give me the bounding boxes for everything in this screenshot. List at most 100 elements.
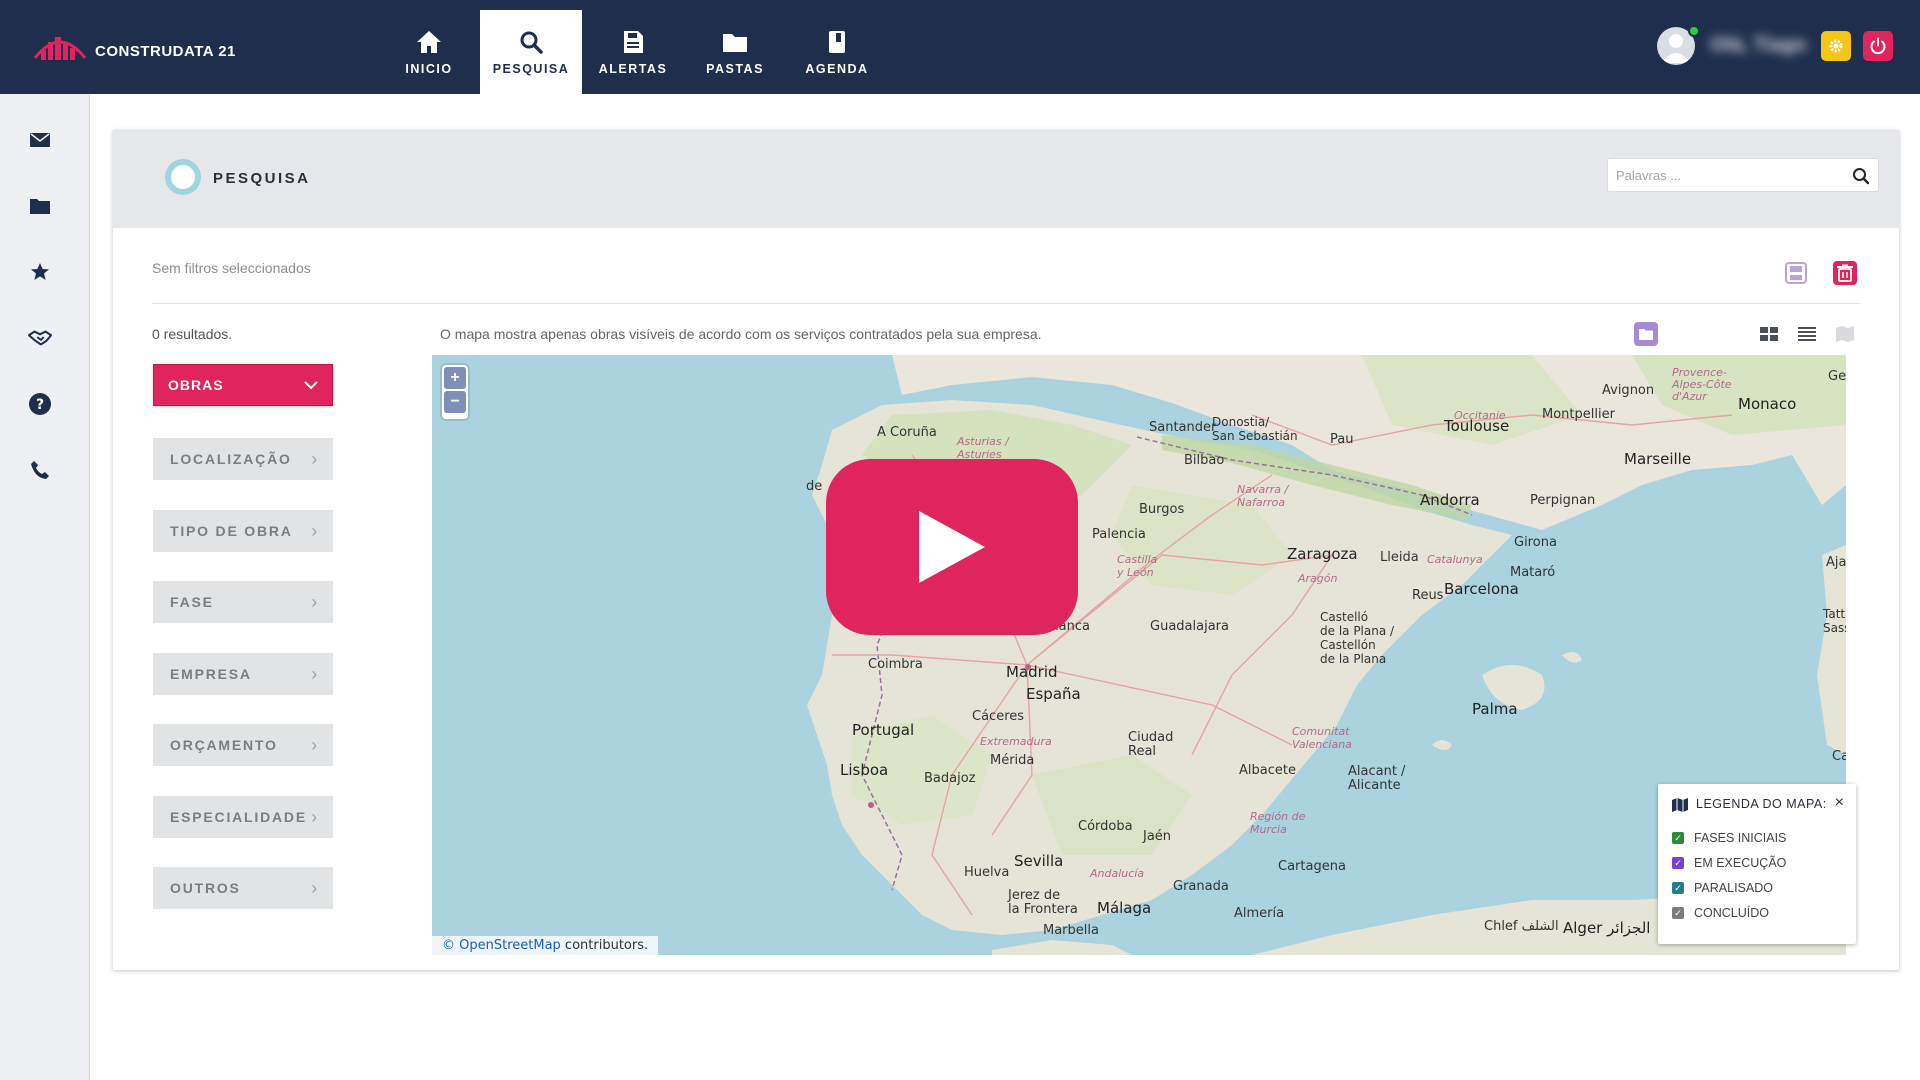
gear-icon xyxy=(1829,39,1843,53)
filter-label: LOCALIZAÇÃO xyxy=(170,451,292,467)
keyword-search-input[interactable] xyxy=(1608,159,1838,191)
save-search-button[interactable] xyxy=(1783,260,1809,286)
map-label: Pau xyxy=(1330,432,1354,447)
map-icon xyxy=(1836,326,1854,342)
chevron-right-icon: › xyxy=(311,734,319,755)
map-label: Región de Murcia xyxy=(1250,810,1306,836)
obras-dropdown[interactable]: OBRAS xyxy=(153,364,333,406)
trash-icon xyxy=(1833,261,1857,285)
map-label: Donostia/ San Sebastián xyxy=(1212,415,1298,443)
legend-item-fases-iniciais[interactable]: ✓ FASES INICIAIS xyxy=(1672,831,1786,845)
play-icon xyxy=(919,511,985,583)
map-label: Alacant / Alicante xyxy=(1348,764,1406,793)
map-label: Zaragoza xyxy=(1287,545,1358,563)
filter-especialidade[interactable]: ESPECIALIDADE › xyxy=(153,796,333,838)
legend-item-concluido[interactable]: ✓ CONCLUÍDO xyxy=(1672,906,1769,920)
map-view[interactable]: + − A Coruña Santander Donostia/ San Seb… xyxy=(432,355,1846,955)
logout-button[interactable] xyxy=(1863,31,1893,61)
nav-item-inicio[interactable]: INICIO xyxy=(378,10,480,94)
map-label: Málaga xyxy=(1097,899,1152,917)
add-to-folder-button[interactable] xyxy=(1634,322,1658,346)
map-label: Albacete xyxy=(1239,763,1296,778)
save-icon xyxy=(1785,262,1807,284)
legend-item-paralisado[interactable]: ✓ PARALISADO xyxy=(1672,881,1773,895)
zoom-control: + − xyxy=(442,365,468,419)
settings-button[interactable] xyxy=(1821,31,1851,61)
nav-item-alertas[interactable]: ALERTAS xyxy=(582,10,684,94)
map-view-button[interactable] xyxy=(1835,324,1855,344)
map-label: España xyxy=(1026,685,1081,703)
map-label: Córdoba xyxy=(1078,819,1133,834)
chevron-right-icon: › xyxy=(311,806,319,827)
map-label: Bilbao xyxy=(1184,453,1225,468)
filter-localizacao[interactable]: LOCALIZAÇÃO › xyxy=(153,438,333,480)
map-label: Ca xyxy=(1832,749,1846,764)
list-view-button[interactable] xyxy=(1797,324,1817,344)
top-navigation-bar: CONSTRUDATA 21 INICIO PESQUISA ALERTAS P… xyxy=(0,0,1920,94)
phone-icon[interactable] xyxy=(28,458,52,482)
chevron-down-icon xyxy=(304,381,318,390)
power-icon xyxy=(1870,37,1886,55)
keyword-search-box xyxy=(1607,158,1879,192)
filter-orcamento[interactable]: ORÇAMENTO › xyxy=(153,724,333,766)
map-label: Comunitat Valenciana xyxy=(1292,725,1352,751)
map-label: Palencia xyxy=(1092,527,1146,542)
video-play-button[interactable] xyxy=(826,459,1078,635)
osm-link[interactable]: © OpenStreetMap xyxy=(442,938,561,953)
map-label: Aragón xyxy=(1298,572,1338,585)
zoom-in-button[interactable]: + xyxy=(444,367,466,389)
left-sidebar: ? xyxy=(0,94,90,1080)
map-label: Extremadura xyxy=(980,735,1052,748)
filter-label: ESPECIALIDADE xyxy=(170,809,307,825)
checkbox-checked[interactable]: ✓ xyxy=(1672,882,1684,894)
map-label: Barcelona xyxy=(1444,580,1519,598)
filter-tipo-de-obra[interactable]: TIPO DE OBRA › xyxy=(153,510,333,552)
star-icon[interactable] xyxy=(28,260,52,284)
map-label: Chlef الشلف xyxy=(1484,919,1559,934)
filter-fase[interactable]: FASE › xyxy=(153,581,333,623)
map-label: Andorra xyxy=(1420,491,1480,509)
app-logo[interactable]: CONSTRUDATA 21 xyxy=(33,30,236,64)
map-label: Cartagena xyxy=(1278,859,1346,874)
save-icon xyxy=(619,28,647,56)
nav-item-agenda[interactable]: AGENDA xyxy=(786,10,888,94)
help-icon[interactable]: ? xyxy=(28,392,52,416)
chevron-right-icon: › xyxy=(311,663,319,684)
nav-label: AGENDA xyxy=(805,62,869,76)
nav-item-pesquisa[interactable]: PESQUISA xyxy=(480,10,582,94)
grid-view-button[interactable] xyxy=(1759,324,1779,344)
nav-item-pastas[interactable]: PASTAS xyxy=(684,10,786,94)
nav-label: PESQUISA xyxy=(492,62,570,76)
clear-filters-button[interactable] xyxy=(1831,259,1859,287)
legend-item-label: CONCLUÍDO xyxy=(1694,906,1770,920)
folder-icon[interactable] xyxy=(28,194,52,218)
divider xyxy=(152,303,1860,304)
close-icon[interactable]: × xyxy=(1835,794,1844,812)
list-icon xyxy=(1798,327,1816,341)
checkbox-checked[interactable]: ✓ xyxy=(1672,907,1684,919)
folder-icon xyxy=(721,28,749,56)
map-label: Jerez de la Frontera xyxy=(1008,888,1078,917)
obras-label: OBRAS xyxy=(168,377,224,393)
map-attribution: © OpenStreetMap contributors. xyxy=(432,936,659,955)
search-icon[interactable] xyxy=(1852,167,1870,185)
zoom-out-button[interactable]: − xyxy=(444,391,466,413)
map-label: Lleida xyxy=(1380,550,1419,565)
checkbox-checked[interactable]: ✓ xyxy=(1672,857,1684,869)
map-label: Guadalajara xyxy=(1150,619,1229,634)
map-label: Occitanie xyxy=(1454,409,1506,422)
mail-icon[interactable] xyxy=(28,128,52,152)
filter-empresa[interactable]: EMPRESA › xyxy=(153,653,333,695)
user-name[interactable]: Olá, Tiago xyxy=(1710,34,1806,57)
map-label: Aja xyxy=(1826,555,1846,570)
checkbox-checked[interactable]: ✓ xyxy=(1672,832,1684,844)
legend-item-em-execucao[interactable]: ✓ EM EXECUÇÃO xyxy=(1672,856,1786,870)
map-label: Jaén xyxy=(1143,829,1172,844)
logo-skyline-icon xyxy=(33,37,87,60)
legend-title: LEGENDA DO MAPA: xyxy=(1696,797,1827,811)
map-label: Sevilla xyxy=(1014,852,1064,870)
handshake-icon[interactable] xyxy=(28,326,52,350)
filter-outros[interactable]: OUTROS › xyxy=(153,867,333,909)
map-label: Provence- Alpes-Côte d'Azur xyxy=(1672,366,1732,403)
map-label: Ge xyxy=(1828,369,1846,384)
